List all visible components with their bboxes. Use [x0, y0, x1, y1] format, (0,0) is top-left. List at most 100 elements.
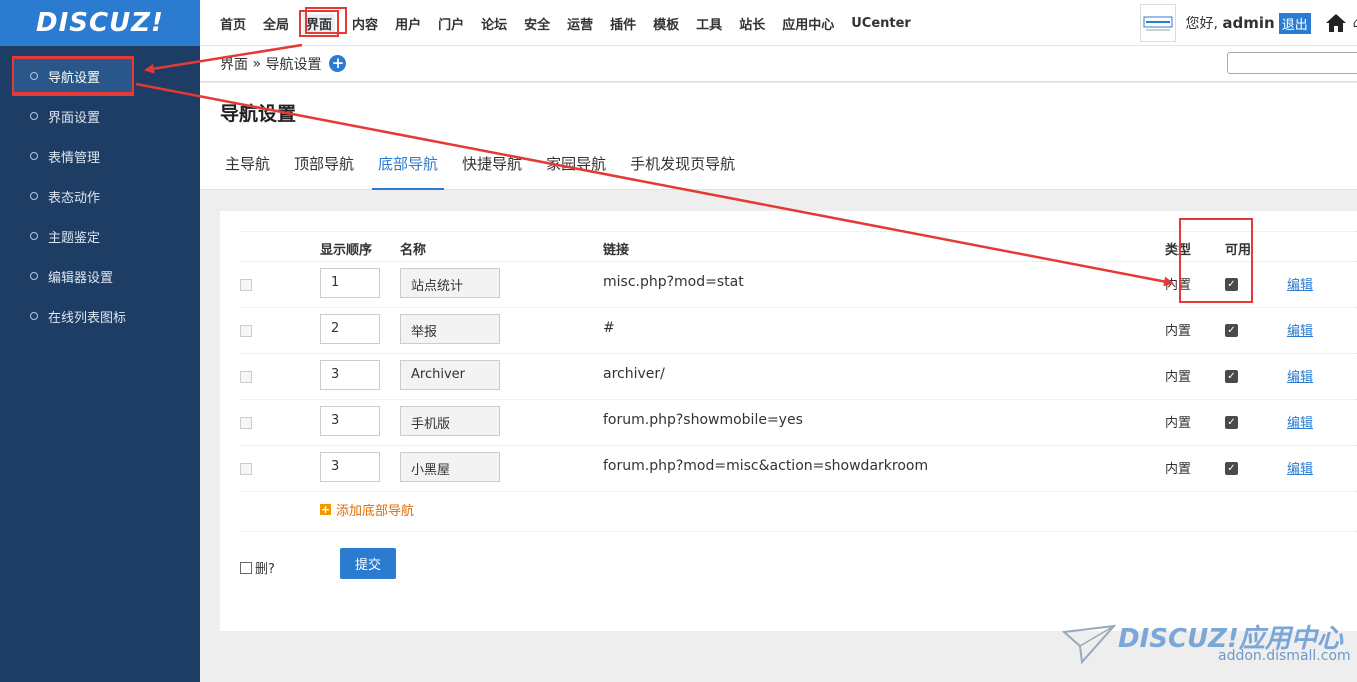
- topnav-item-users[interactable]: 用户: [395, 14, 421, 33]
- row-select-checkbox[interactable]: [240, 279, 252, 291]
- discuz-logo[interactable]: DISCUZ!: [0, 0, 200, 46]
- topnav-item-forum[interactable]: 论坛: [481, 14, 507, 33]
- topnav-item-content[interactable]: 内容: [352, 14, 378, 33]
- topnav-item-webmaster[interactable]: 站长: [739, 14, 765, 33]
- sidebar: 导航设置 界面设置 表情管理 表态动作 主题鉴定 编辑器设置 在线列表图标: [0, 46, 200, 682]
- name-input[interactable]: 手机版: [400, 406, 500, 436]
- delete-label: 删?: [255, 562, 275, 577]
- bullet-icon: [30, 192, 38, 200]
- add-shortcut-icon[interactable]: +: [329, 55, 347, 72]
- topnav-item-templates[interactable]: 模板: [653, 14, 679, 33]
- available-checkbox[interactable]: ✓: [1225, 462, 1238, 475]
- sidebar-item-interface-settings[interactable]: 界面设置: [0, 96, 200, 136]
- breadcrumb: 界面 » 导航设置 +: [200, 46, 1357, 82]
- available-checkbox[interactable]: ✓: [1225, 370, 1238, 383]
- name-input[interactable]: 小黑屋: [400, 452, 500, 482]
- user-box: 您好, admin 退出 ⌂: [1139, 0, 1357, 46]
- sidebar-item-label: 主题鉴定: [48, 230, 101, 246]
- add-footer-nav-link[interactable]: + 添加底部导航: [320, 500, 414, 519]
- user-name: admin: [1222, 14, 1275, 32]
- user-greeting: 您好, admin: [1186, 13, 1275, 33]
- delete-checkbox[interactable]: [240, 561, 252, 574]
- order-input[interactable]: 3: [320, 406, 380, 436]
- tab-home-nav[interactable]: 家园导航: [546, 153, 606, 190]
- tab-mobile-discover-nav[interactable]: 手机发现页导航: [630, 153, 735, 190]
- annotation-box-sidebar: [12, 57, 134, 94]
- tab-main-nav[interactable]: 主导航: [225, 153, 270, 190]
- breadcrumb-section[interactable]: 界面: [220, 54, 248, 74]
- topnav-item-global[interactable]: 全局: [263, 14, 289, 33]
- logout-button[interactable]: 退出: [1278, 12, 1311, 34]
- topnav-item-plugins[interactable]: 插件: [610, 14, 636, 33]
- row-select-checkbox[interactable]: [240, 463, 252, 475]
- site-logo-icon: [1143, 16, 1172, 31]
- name-input[interactable]: 举报: [400, 314, 500, 344]
- available-checkbox[interactable]: ✓: [1225, 324, 1238, 337]
- sidebar-item-label: 在线列表图标: [48, 310, 127, 326]
- name-input[interactable]: 站点统计: [400, 268, 500, 298]
- edit-link[interactable]: 编辑: [1287, 274, 1313, 293]
- sidebar-item-label: 表情管理: [48, 150, 101, 166]
- delete-toggle[interactable]: 删?: [240, 558, 275, 577]
- link-text: misc.php?mod=stat: [603, 274, 744, 290]
- topnav-item-portal[interactable]: 门户: [438, 14, 464, 33]
- topnav-item-tools[interactable]: 工具: [696, 14, 722, 33]
- bullet-icon: [30, 232, 38, 240]
- edit-link[interactable]: 编辑: [1287, 366, 1313, 385]
- order-input[interactable]: 3: [320, 360, 380, 390]
- row-select-checkbox[interactable]: [240, 371, 252, 383]
- sidebar-item-thread-stamps[interactable]: 主题鉴定: [0, 216, 200, 256]
- link-text: #: [603, 320, 615, 336]
- divider: [240, 531, 1357, 532]
- header-name: 名称: [400, 243, 427, 258]
- tab-top-nav[interactable]: 顶部导航: [294, 153, 354, 190]
- submit-button[interactable]: 提交: [340, 548, 396, 579]
- table-row: 3 Archiver archiver/ 内置 ✓ 编辑: [240, 354, 1357, 400]
- row-select-checkbox[interactable]: [240, 417, 252, 429]
- edit-link[interactable]: 编辑: [1287, 320, 1313, 339]
- tab-footer-nav[interactable]: 底部导航: [372, 153, 445, 190]
- link-text: archiver/: [603, 366, 665, 382]
- page-title: 导航设置: [220, 103, 297, 125]
- sidebar-item-online-icons[interactable]: 在线列表图标: [0, 296, 200, 336]
- annotation-box-topnav: [305, 7, 347, 34]
- sidebar-item-label: 界面设置: [48, 110, 101, 126]
- bullet-icon: [30, 152, 38, 160]
- sidebar-item-reactions[interactable]: 表态动作: [0, 176, 200, 216]
- add-footer-nav-label: 添加底部导航: [336, 504, 415, 519]
- sidebar-item-editor-settings[interactable]: 编辑器设置: [0, 256, 200, 296]
- bullet-icon: [30, 312, 38, 320]
- available-checkbox[interactable]: ✓: [1225, 416, 1238, 429]
- link-text: forum.php?showmobile=yes: [603, 412, 803, 428]
- order-input[interactable]: 2: [320, 314, 380, 344]
- edit-link[interactable]: 编辑: [1287, 458, 1313, 477]
- topnav-item-operations[interactable]: 运营: [567, 14, 593, 33]
- header-link: 链接: [603, 243, 630, 258]
- search-input[interactable]: [1227, 52, 1357, 74]
- annotation-box-available: [1179, 218, 1253, 303]
- order-input[interactable]: 1: [320, 268, 380, 298]
- menu-edge-icon[interactable]: ⌂: [1353, 16, 1357, 31]
- order-input[interactable]: 3: [320, 452, 380, 482]
- edit-link[interactable]: 编辑: [1287, 412, 1313, 431]
- site-logo-thumb: [1139, 4, 1176, 42]
- top-bar: DISCUZ! 首页 全局 界面 内容 用户 门户 论坛 安全 运营 插件 模板…: [0, 0, 1357, 46]
- topnav-item-home[interactable]: 首页: [220, 14, 246, 33]
- header-order: 显示顺序: [320, 243, 373, 258]
- tab-quick-nav[interactable]: 快捷导航: [462, 153, 522, 190]
- row-select-checkbox[interactable]: [240, 325, 252, 337]
- table-row: 3 小黑屋 forum.php?mod=misc&action=showdark…: [240, 446, 1357, 492]
- topnav-item-app-center[interactable]: 应用中心: [782, 14, 834, 33]
- sidebar-item-smilies[interactable]: 表情管理: [0, 136, 200, 176]
- sidebar-item-label: 编辑器设置: [48, 270, 114, 286]
- type-text: 内置: [1165, 324, 1192, 339]
- home-icon[interactable]: [1325, 13, 1347, 33]
- link-text: forum.php?mod=misc&action=showdarkroom: [603, 458, 929, 474]
- name-input[interactable]: Archiver: [400, 360, 500, 390]
- bullet-icon: [30, 272, 38, 280]
- type-text: 内置: [1165, 462, 1192, 477]
- type-text: 内置: [1165, 416, 1192, 431]
- plus-square-icon: +: [320, 503, 331, 516]
- topnav-item-ucenter[interactable]: UCenter: [851, 16, 911, 31]
- topnav-item-security[interactable]: 安全: [524, 14, 550, 33]
